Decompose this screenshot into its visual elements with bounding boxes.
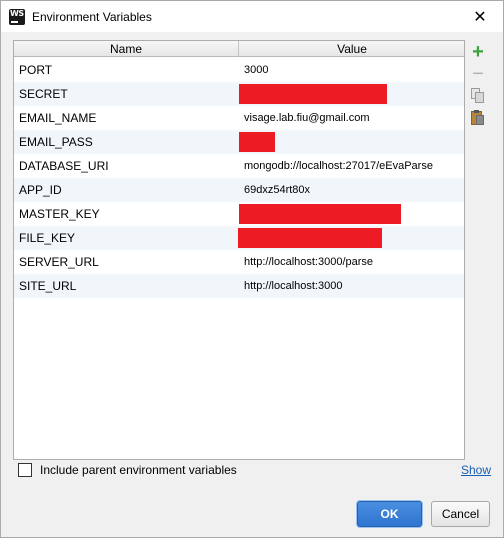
variable-value-cell[interactable]: http://localhost:3000/parse — [244, 250, 373, 274]
add-icon: + — [472, 41, 484, 63]
include-parent-label[interactable]: Include parent environment variables — [40, 463, 237, 477]
redacted-value-block — [239, 84, 387, 104]
app-icon-bar — [11, 21, 18, 23]
table-toolbar: + − — [467, 41, 489, 129]
variable-value-cell[interactable]: visage.lab.fiu@gmail.com — [244, 106, 370, 130]
variable-name-cell[interactable]: DATABASE_URI — [19, 154, 109, 178]
variable-value-cell[interactable]: 3000 — [244, 58, 268, 82]
close-icon[interactable]: ✕ — [457, 1, 503, 32]
column-header-name[interactable]: Name — [14, 41, 239, 57]
copy-icon — [471, 88, 485, 104]
table-row[interactable]: PORT 3000 — [14, 58, 464, 82]
variable-name-cell[interactable]: SECRET — [19, 82, 68, 106]
app-icon-text: WS — [10, 9, 24, 18]
table-row[interactable]: EMAIL_PASS — [14, 130, 464, 154]
title-bar: WS Environment Variables ✕ — [1, 1, 503, 32]
include-parent-checkbox[interactable] — [18, 463, 32, 477]
table-body: PORT 3000 SECRET EMAIL_NAME visage.lab.fiu@g… — [14, 58, 464, 298]
variable-value-cell[interactable]: 69dxz54rt80x — [244, 178, 310, 202]
table-row[interactable]: SECRET — [14, 82, 464, 106]
paste-icon — [471, 110, 485, 126]
variable-name-cell[interactable]: SITE_URL — [19, 274, 76, 298]
variable-name-cell[interactable]: EMAIL_NAME — [19, 106, 96, 130]
environment-variables-dialog: WS Environment Variables ✕ Name Value PO… — [0, 0, 504, 538]
variable-name-cell[interactable]: PORT — [19, 58, 52, 82]
redacted-value-block — [238, 228, 382, 248]
variable-name-cell[interactable]: EMAIL_PASS — [19, 130, 93, 154]
env-vars-table[interactable]: Name Value PORT 3000 SECRET EMAIL_NAME visag… — [13, 40, 465, 460]
table-row[interactable]: DATABASE_URI mongodb://localhost:27017/eE… — [14, 154, 464, 178]
webstorm-app-icon: WS — [9, 9, 25, 25]
redacted-value-block — [239, 132, 275, 152]
variable-name-cell[interactable]: FILE_KEY — [19, 226, 75, 250]
table-row[interactable]: APP_ID 69dxz54rt80x — [14, 178, 464, 202]
ok-button[interactable]: OK — [357, 501, 422, 527]
variable-name-cell[interactable]: APP_ID — [19, 178, 62, 202]
table-header: Name Value — [14, 41, 464, 57]
table-row[interactable]: MASTER_KEY — [14, 202, 464, 226]
cancel-button[interactable]: Cancel — [431, 501, 490, 527]
paste-button[interactable] — [467, 107, 489, 129]
include-parent-row[interactable]: Include parent environment variables — [18, 461, 237, 479]
variable-value-cell[interactable]: mongodb://localhost:27017/eEvaParse — [244, 154, 433, 178]
show-link[interactable]: Show — [461, 463, 491, 477]
column-header-value[interactable]: Value — [240, 41, 464, 57]
add-button[interactable]: + — [467, 41, 489, 63]
remove-button[interactable]: − — [467, 63, 489, 85]
redacted-value-block — [239, 204, 401, 224]
variable-name-cell[interactable]: SERVER_URL — [19, 250, 99, 274]
table-row[interactable]: EMAIL_NAME visage.lab.fiu@gmail.com — [14, 106, 464, 130]
table-row[interactable]: SERVER_URL http://localhost:3000/parse — [14, 250, 464, 274]
variable-name-cell[interactable]: MASTER_KEY — [19, 202, 100, 226]
copy-button[interactable] — [467, 85, 489, 107]
table-row[interactable]: SITE_URL http://localhost:3000 — [14, 274, 464, 298]
remove-icon: − — [472, 63, 484, 85]
table-row[interactable]: FILE_KEY — [14, 226, 464, 250]
window-title: Environment Variables — [32, 10, 152, 24]
variable-value-cell[interactable]: http://localhost:3000 — [244, 274, 342, 298]
